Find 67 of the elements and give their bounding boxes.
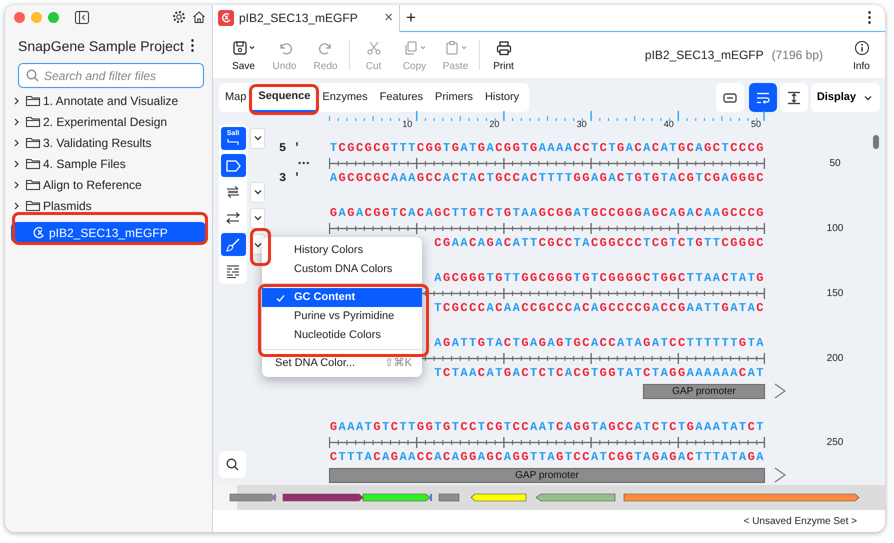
feature-bar[interactable]: GAP promoter: [329, 468, 765, 482]
print-button[interactable]: Print: [483, 36, 524, 74]
item-label: Align to Reference: [43, 176, 142, 194]
close-tab-button[interactable]: ×: [384, 6, 393, 30]
dna-sequence[interactable]: CTTTACAGAACCACAGGAGCAGGTTAGTCCATCGGTAGAGACTTTATAGA: [330, 449, 765, 465]
dna-sequence[interactable]: GAAATGTCTTGGTGTCCTCGTCCAATCAGGTAGCCATCTCTGAAATATCT: [330, 419, 765, 435]
item-label: Plasmids: [43, 198, 92, 214]
ruler-label: 30: [576, 118, 587, 131]
sequence-length: (7196 bp): [772, 47, 823, 64]
save-button[interactable]: Save: [223, 36, 264, 74]
ruler-label: 10: [402, 118, 412, 131]
item-label: 2. Experimental Design: [43, 114, 168, 130]
menu-item[interactable]: Purine vs Pyrimidine: [262, 307, 422, 326]
position-label: 250: [826, 436, 844, 450]
position-label: 200: [826, 352, 844, 366]
dna-sequence[interactable]: TCGCGCGTTTCGGTGATGACGGTGAAAACCTCTGACACATGCAGCTCCCG: [330, 140, 765, 156]
item-label: pIB2_SEC13_mEGFP: [49, 224, 168, 242]
dna-sequence[interactable]: GAGACGGTCACAGCTTGTCTGTAAGCGGATGCCGGGAGCAGACAAGCCCG: [330, 205, 765, 221]
ruler-label: 40: [664, 118, 674, 131]
dna-sequence[interactable]: AGCGGGTGTTGGCGGGTGTCGGGGCTGGCTTAACTATG: [434, 270, 765, 286]
view-tab[interactable]: Primers: [429, 83, 479, 112]
dna-sequence[interactable]: CGAACAGACATTCGCCTACGGCCCTCGTCTGTTCGGGC: [434, 235, 765, 251]
position-label: 150: [826, 286, 844, 300]
ruler-label: 50: [750, 118, 761, 131]
view-tab[interactable]: Features: [374, 83, 430, 112]
tree-item[interactable]: Plasmids: [5, 195, 212, 216]
menu-item[interactable]: GC Content: [262, 288, 422, 307]
ruler-label: 20: [489, 118, 500, 131]
dna-sequence[interactable]: TCTAACATGACTCTCACGTGGTATCTAGGAAAAAACAT: [434, 365, 765, 381]
menu-item[interactable]: Custom DNA Colors: [262, 260, 422, 279]
feature-bar[interactable]: GAP promoter: [643, 384, 765, 398]
tree-item[interactable]: 3. Validating Results: [5, 132, 212, 153]
view-tab[interactable]: Map: [223, 83, 252, 112]
display-button[interactable]: Display: [810, 83, 880, 112]
search-field[interactable]: Search and filter files: [18, 63, 204, 88]
info-button[interactable]: Info: [841, 36, 882, 74]
tab-label: pIB2_SEC13_mEGFP: [239, 10, 359, 27]
shortcut-label: ⇧⌘K: [384, 356, 412, 372]
more-menu-button[interactable]: ⋮: [185, 34, 200, 58]
strand-end-label: 3 ': [279, 170, 302, 186]
position-label: 50: [828, 156, 842, 170]
menu-item[interactable]: Nucleotide Colors: [262, 326, 422, 345]
project-title: SnapGene Sample Project: [18, 36, 184, 56]
strand-end-label: 5 ': [279, 140, 302, 156]
ellipsis-label: •••: [298, 157, 310, 170]
view-tab[interactable]: Enzymes: [316, 83, 374, 112]
item-label: 4. Sample Files: [43, 156, 126, 172]
tree-item[interactable]: pIB2_SEC13_mEGFP: [11, 222, 206, 243]
tree-item[interactable]: 1. Annotate and Visualize: [5, 90, 212, 111]
view-tab[interactable]: Sequence: [252, 83, 316, 112]
new-tab-button[interactable]: +: [406, 5, 416, 31]
dna-sequence[interactable]: AGCGCGCAAAGCCACTACTGCCACTTTTGGAGACTGTGTACGTCGAGGGC: [330, 170, 765, 186]
tree-item[interactable]: Align to Reference: [5, 174, 212, 195]
menu-item[interactable]: History Colors: [262, 241, 422, 260]
tree-item[interactable]: 4. Sample Files: [5, 153, 212, 174]
item-label: 3. Validating Results: [43, 134, 152, 152]
position-label: 100: [826, 222, 844, 236]
dna-sequence[interactable]: TCGCCCACAACCGCCCACAGCCCCGACCGAATTGATAC: [434, 300, 765, 316]
more-menu-button[interactable]: ⋮: [862, 6, 877, 30]
tree-item[interactable]: 2. Experimental Design: [5, 111, 212, 132]
item-label: 1. Annotate and Visualize: [43, 92, 178, 110]
document-tab[interactable]: pIB2_SEC13_mEGFP ×: [213, 5, 400, 32]
menu-item[interactable]: Set DNA Color... ⇧⌘K: [262, 354, 422, 373]
document-name: pIB2_SEC13_mEGFP: [644, 47, 764, 64]
dna-sequence[interactable]: AGATTGTACTGAGAGTGCACCATAGATCCTTTTTTGTA: [434, 335, 765, 351]
enzyme-set-label[interactable]: < Unsaved Enzyme Set >: [744, 514, 857, 528]
view-tab[interactable]: History: [478, 83, 526, 112]
